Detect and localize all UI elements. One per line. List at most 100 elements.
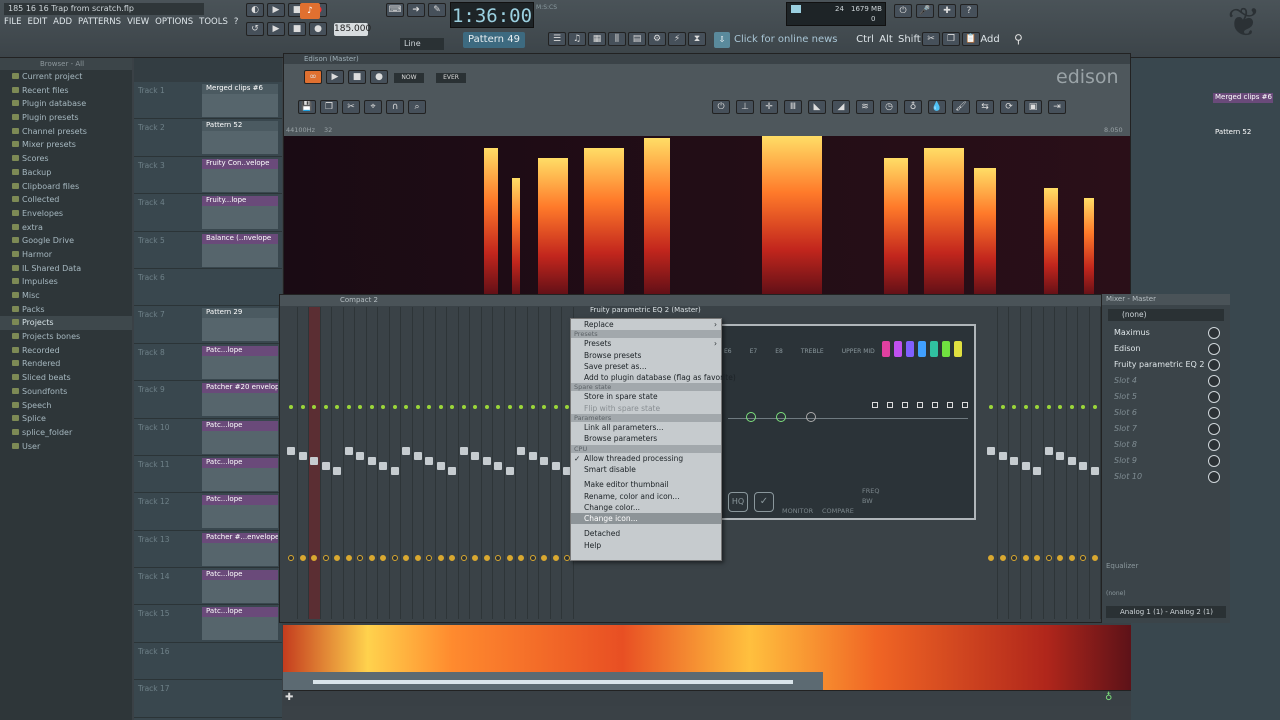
effect-slot[interactable]: Slot 8 [1102,437,1230,453]
mixer-strip[interactable] [1067,307,1078,619]
track-row[interactable]: Track 4 Fruity...lope [134,194,282,232]
power-icon[interactable]: ⏻ [712,100,730,114]
browser-item[interactable]: Mixer presets [0,138,132,152]
metronome-icon[interactable]: ♪ [300,3,320,19]
fader-handle[interactable] [1010,457,1018,465]
pin-icon[interactable]: ⚲ [1014,32,1028,48]
browser-item[interactable]: User [0,440,132,454]
alt-key[interactable]: Alt [876,31,896,49]
browser-item[interactable]: Collected [0,193,132,207]
track-row[interactable]: Track 8 Patc...lope [134,344,282,382]
pan-knob[interactable] [1034,555,1040,561]
fader-handle[interactable] [310,457,318,465]
mixer-strip[interactable] [459,307,470,619]
slot-mix-knob[interactable] [1208,407,1220,419]
save-icon[interactable]: 💾 [298,100,316,114]
menu-item[interactable]: Rename, color and icon... [571,491,721,502]
fader-handle[interactable] [1033,467,1041,475]
menu-item[interactable]: Smart disable [571,464,721,475]
menu-item[interactable]: Add to plugin database (flag as favorite… [571,372,736,383]
browser-icon[interactable]: ▤ [628,32,646,46]
fader-handle[interactable] [402,447,410,455]
mute-led[interactable] [335,405,339,409]
mixer-strip[interactable] [551,307,562,619]
fader-handle[interactable] [298,452,307,460]
fader-handle[interactable] [987,447,995,455]
eq-square[interactable] [902,402,908,408]
mute-led[interactable] [1058,405,1062,409]
mic-icon[interactable]: ♁ [904,100,922,114]
mute-led[interactable] [1046,405,1051,409]
fader-handle[interactable] [287,447,295,455]
mute-led[interactable] [1092,405,1097,409]
clip-pattern[interactable]: Pattern 52 [1213,128,1273,138]
pattern-song-toggle[interactable]: ◐ [246,3,264,17]
mixer-strip[interactable] [390,307,401,619]
trim-icon[interactable]: ⊥ [736,100,754,114]
pan-knob[interactable] [529,555,536,561]
menu-item[interactable]: Save preset as... [571,361,721,372]
copy-icon[interactable]: ❐ [942,32,960,46]
mixer-strip[interactable] [470,307,482,619]
mixer-strip[interactable] [332,307,344,619]
stop-icon[interactable]: ■ [288,22,306,36]
channel-rack-icon[interactable]: ▦ [588,32,606,46]
zoom-icon[interactable]: ⌕ [408,100,426,114]
pan-knob[interactable] [541,555,547,561]
pan-knob[interactable] [1011,555,1017,561]
timer-icon[interactable]: ◷ [880,100,898,114]
fader-handle[interactable] [540,457,548,465]
browser-item[interactable]: Scores [0,152,132,166]
track-row[interactable]: Track 2 Pattern 52 [134,119,282,157]
fader-handle[interactable] [333,467,341,475]
menu-item[interactable]: Help [571,540,721,551]
play-icon[interactable]: ▶ [267,22,285,36]
browser-item[interactable]: Plugin presets [0,111,132,125]
slot-mix-knob[interactable] [1208,471,1220,483]
browser-item[interactable]: Projects [0,316,132,331]
preset-selector[interactable]: (none) [1108,309,1224,321]
fader-handle[interactable] [379,462,387,470]
mixer-strip[interactable] [344,307,355,619]
slot-mix-knob[interactable] [1208,359,1220,371]
loop-icon[interactable]: ∞ [304,70,322,84]
track-row[interactable]: Track 1 Merged clips #6 [134,82,282,120]
mute-led[interactable] [530,405,535,409]
fader-handle[interactable] [517,447,525,455]
pan-knob[interactable] [1057,555,1063,561]
pan-knob[interactable] [518,555,524,561]
fader-handle[interactable] [1090,467,1099,475]
shift-key[interactable]: Shift [898,31,921,49]
mute-led[interactable] [427,405,431,409]
mute-led[interactable] [404,405,408,409]
fader-handle[interactable] [321,462,330,470]
mixer-strip[interactable] [528,307,539,619]
browser-item[interactable]: Sliced beats [0,371,132,385]
pan-knob[interactable] [288,555,294,561]
effect-slot[interactable]: Slot 5 [1102,389,1230,405]
effect-slot[interactable]: Slot 4 [1102,373,1230,389]
eq-square[interactable] [947,402,953,408]
mute-led[interactable] [358,405,362,409]
tempo-display[interactable]: 185.000 [334,23,371,36]
fader-handle[interactable] [1056,452,1064,460]
mixer-strip[interactable] [436,307,447,619]
track-row[interactable]: Track 15 Patc...lope [134,605,282,643]
pan-knob[interactable] [449,555,455,561]
pan-knob[interactable] [299,555,306,561]
check-icon[interactable]: ✓ [754,492,774,512]
monitor-label[interactable]: MONITOR [782,507,813,515]
power-icon[interactable]: ⏻ [894,4,912,18]
pan-knob[interactable] [495,555,501,561]
eq-square[interactable] [932,402,938,408]
mixer-strip[interactable] [1032,307,1044,619]
mixer-strip[interactable] [401,307,413,619]
play-button[interactable]: ▶ [267,3,285,17]
track-row[interactable]: Track 9 Patcher #20 envelop [134,381,282,419]
cross-icon[interactable]: ✛ [760,100,778,114]
pan-knob[interactable] [1045,555,1052,561]
pan-knob[interactable] [999,555,1006,561]
pan-knob[interactable] [311,555,317,561]
browser-item[interactable]: Backup [0,166,132,180]
pan-knob[interactable] [334,555,340,561]
